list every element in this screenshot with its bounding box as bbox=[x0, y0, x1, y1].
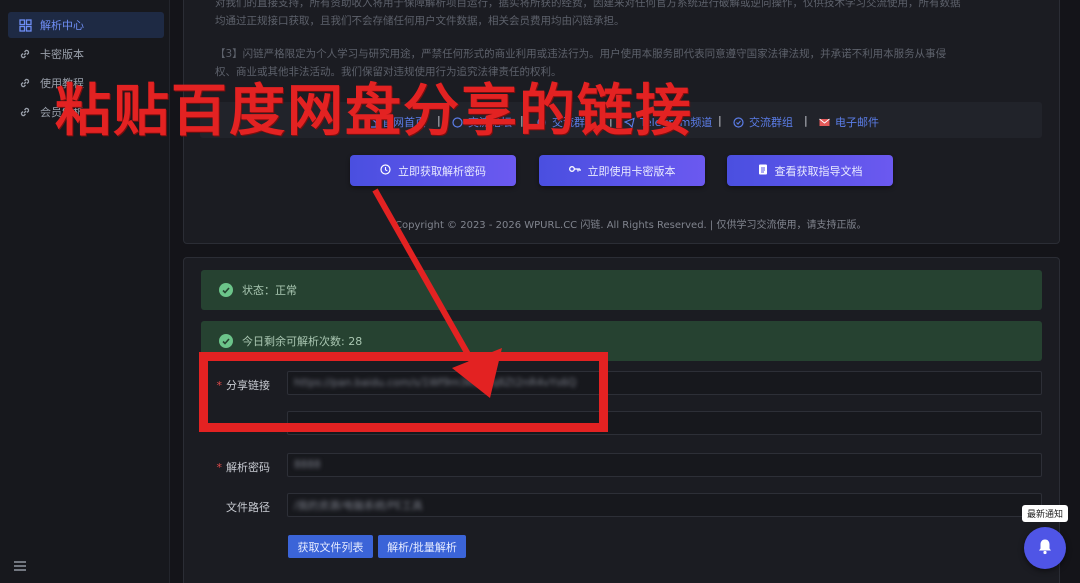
annotation-box bbox=[199, 352, 608, 432]
annotation-arrow bbox=[372, 188, 502, 398]
bell-icon bbox=[1037, 538, 1053, 559]
notification-button[interactable] bbox=[1024, 527, 1066, 569]
notify-label: 最新通知 bbox=[1022, 505, 1069, 522]
